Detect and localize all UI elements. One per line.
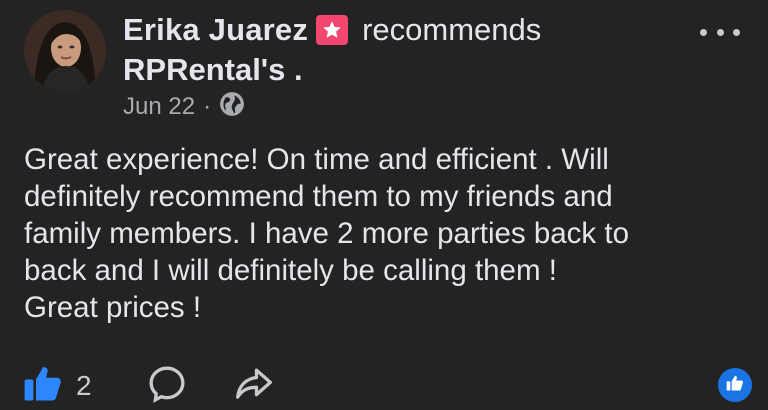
more-dot <box>700 28 707 36</box>
like-button[interactable]: 2 <box>22 362 92 409</box>
comment-icon <box>147 366 187 408</box>
author-avatar[interactable] <box>24 10 106 92</box>
share-button[interactable] <box>234 366 274 407</box>
like-reaction-badge[interactable] <box>718 368 752 402</box>
recommended-page-name[interactable]: RPRental's . <box>123 52 303 88</box>
post-body: Great experience! On time and efficient … <box>24 141 749 326</box>
comment-button[interactable] <box>147 364 187 409</box>
more-dot <box>733 28 740 36</box>
post-actions-bar: 2 <box>22 362 752 406</box>
post-body-line: definitely recommend them to my friends … <box>24 180 613 213</box>
post-body-line: Great prices ! <box>24 291 202 324</box>
recommends-label: recommends <box>362 12 542 47</box>
meta-separator: · <box>203 93 212 120</box>
like-count: 2 <box>76 369 92 401</box>
avatar-image <box>24 10 106 92</box>
post-body-line: Great experience! On time and efficient … <box>24 143 609 176</box>
post-meta: Jun 22 · <box>123 91 245 123</box>
recommendation-star-icon <box>316 15 349 45</box>
thumbs-up-icon <box>22 362 64 409</box>
post-date[interactable]: Jun 22 <box>123 93 195 121</box>
more-options-button[interactable] <box>700 22 740 42</box>
author-name[interactable]: Erika Juarez <box>123 12 308 48</box>
author-line: Erika Juarez recommends <box>123 10 541 50</box>
more-dot <box>716 28 724 36</box>
post-body-line: family members. I have 2 more parties ba… <box>24 217 629 250</box>
share-icon <box>234 368 274 406</box>
globe-icon <box>219 91 245 124</box>
post-body-line: back and I will definitely be calling th… <box>24 254 557 287</box>
thumbs-up-icon <box>725 373 745 398</box>
recommendation-post: Erika Juarez recommends RPRental's . Jun… <box>0 0 768 410</box>
